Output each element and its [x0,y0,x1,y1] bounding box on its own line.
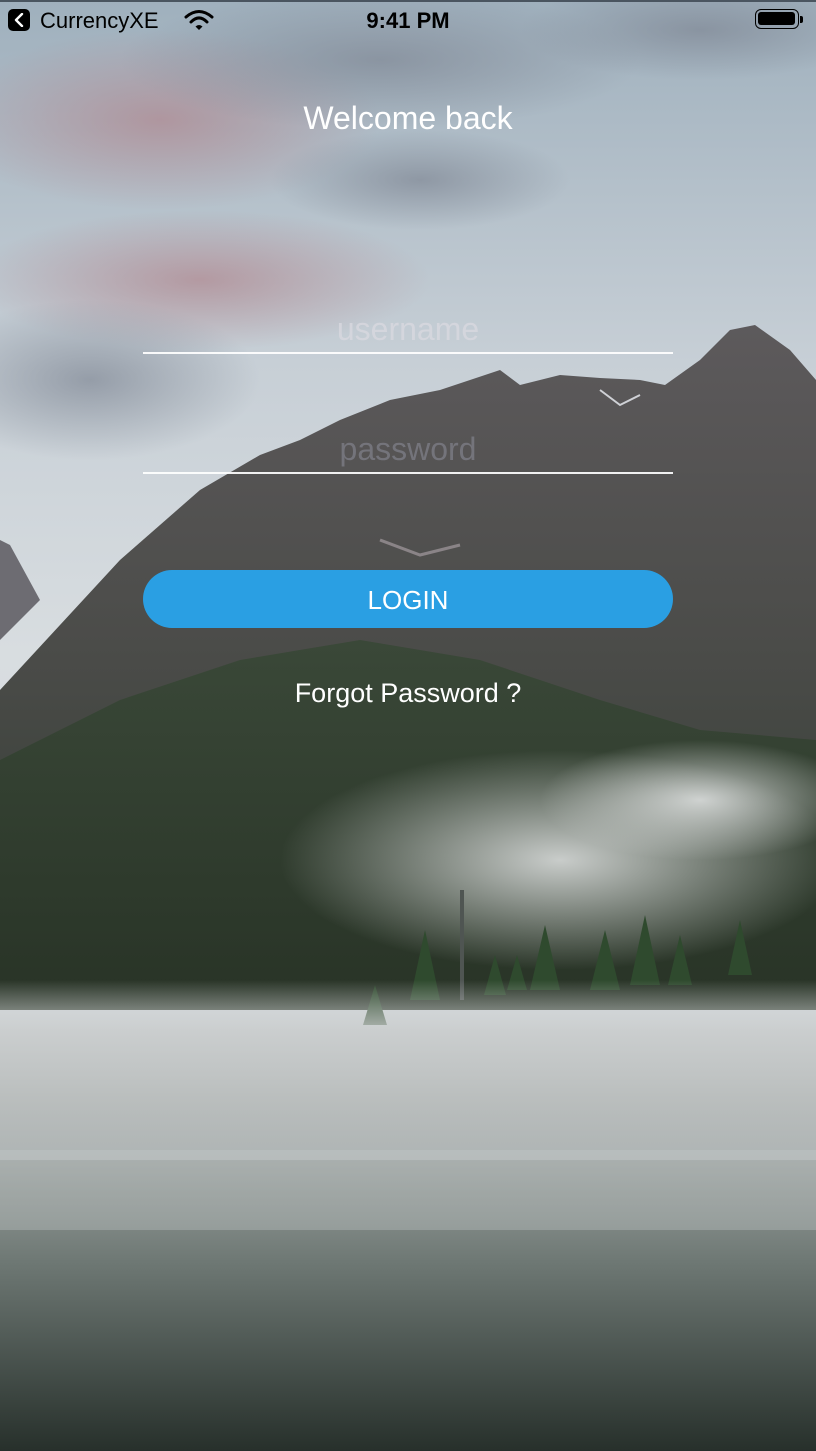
status-bar-top-line [0,0,816,2]
forgot-password-link[interactable]: Forgot Password ? [0,676,816,710]
status-bar: CurrencyXE 9:41 PM [0,0,816,40]
username-field[interactable] [143,300,673,354]
login-button[interactable]: LOGIN [143,570,673,628]
password-input[interactable] [143,420,673,472]
battery-icon [755,9,803,31]
welcome-title: Welcome back [303,100,513,136]
password-field[interactable] [143,420,673,474]
background-mountain-image [0,0,816,1451]
battery-level [758,12,795,25]
username-input[interactable] [143,300,673,352]
status-time: 9:41 PM [366,8,450,33]
